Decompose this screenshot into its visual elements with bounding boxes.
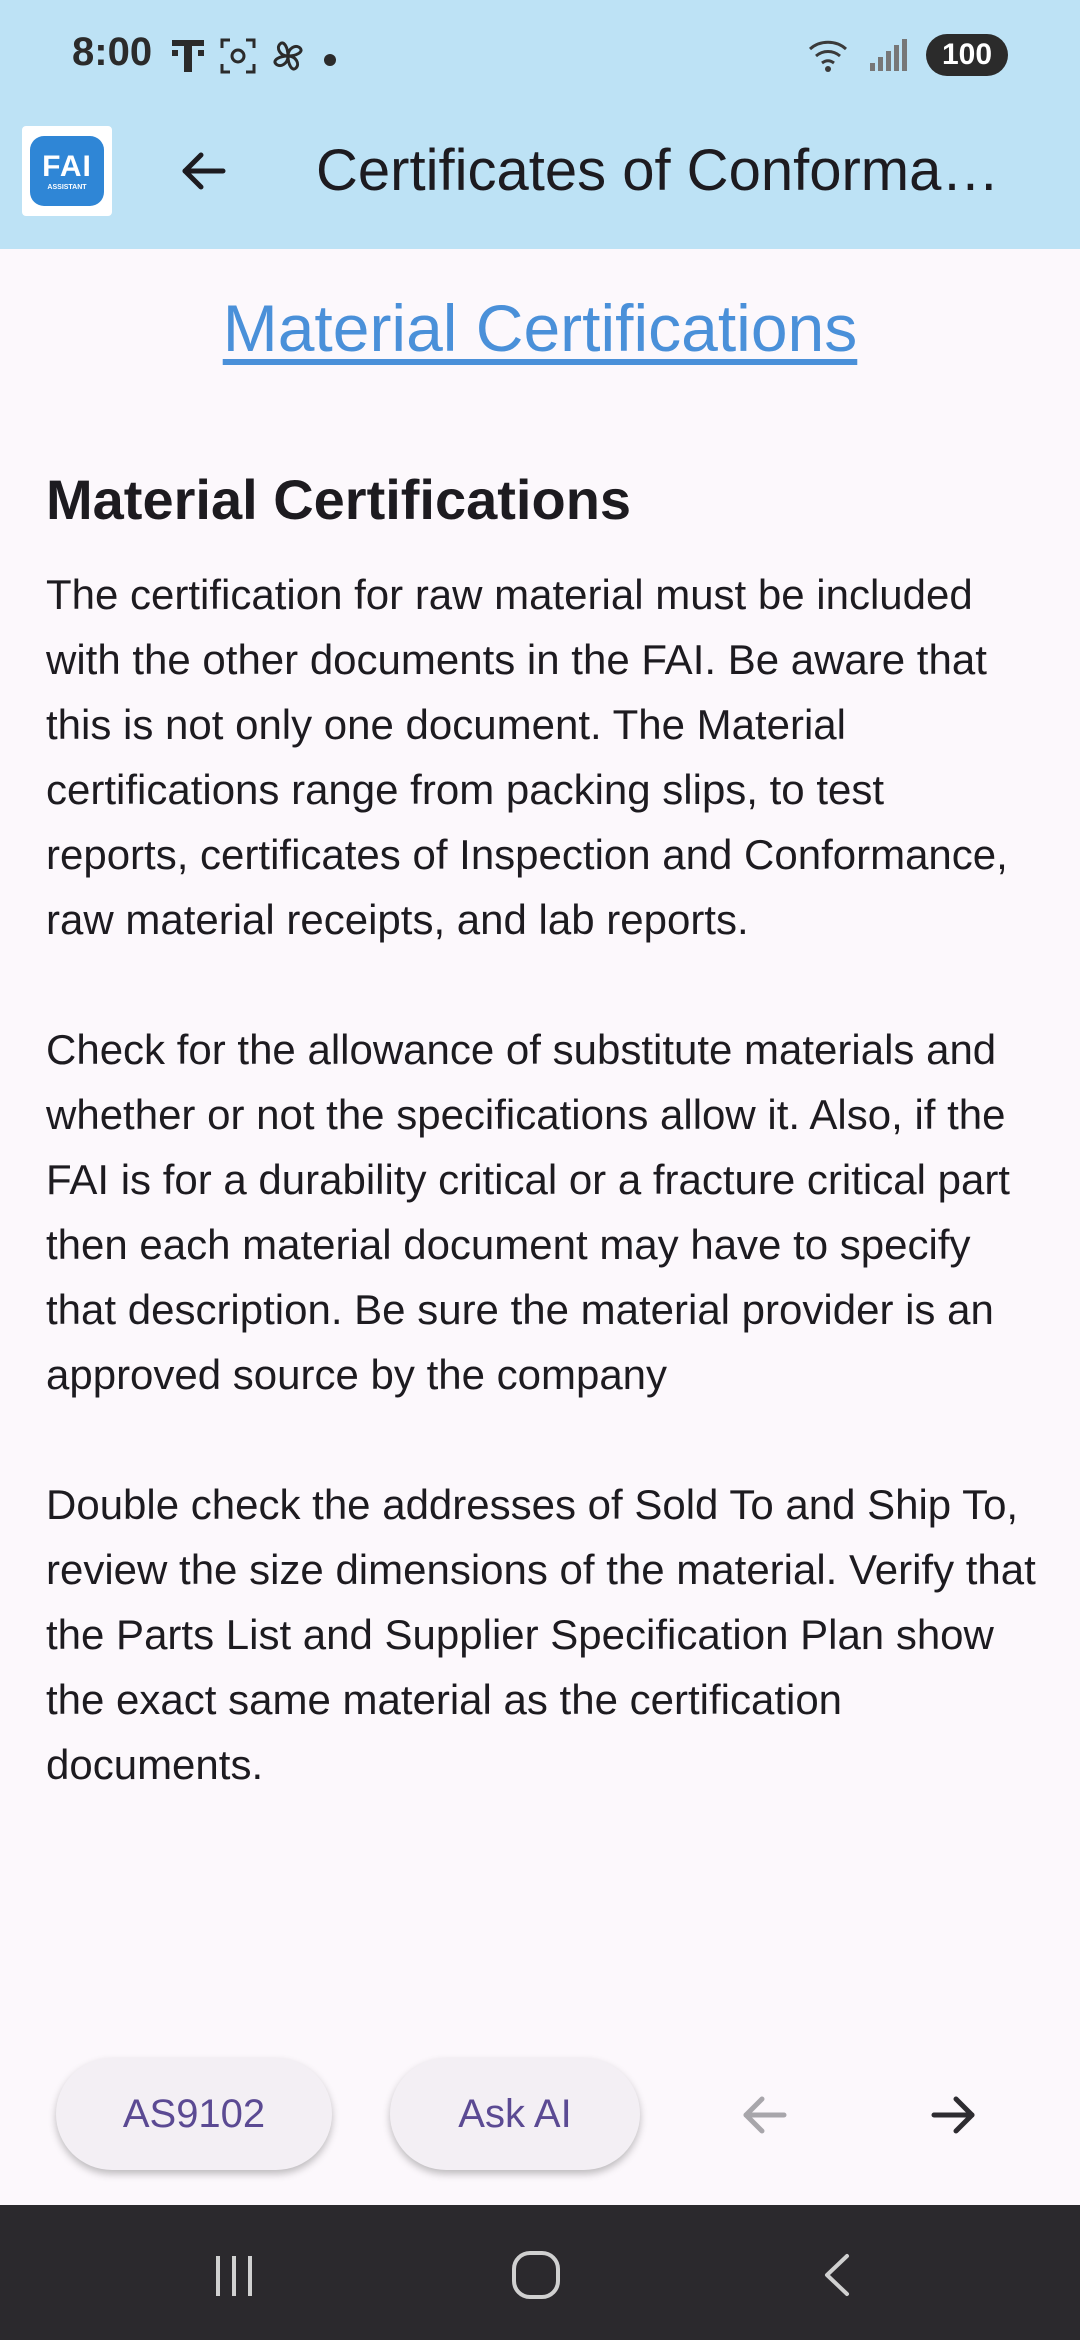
wifi-icon: [808, 40, 848, 72]
material-certifications-link[interactable]: Material Certifications: [0, 290, 1080, 366]
content-body: Material Certifications The certificatio…: [46, 460, 1036, 1862]
system-navigation-bar: [0, 2205, 1080, 2340]
back-icon: [825, 2254, 849, 2296]
top-area: 8:00 100 FAI ASSISTANT Certificates of C…: [0, 0, 1080, 249]
page-title: Certificates of Conformance: [316, 138, 1016, 203]
paragraph: Check for the allowance of substitute ma…: [46, 1026, 1010, 1398]
t-mobile-icon: [168, 36, 208, 84]
home-icon: [512, 2251, 560, 2299]
ask-ai-button[interactable]: Ask AI: [390, 2058, 640, 2170]
paragraph: The certification for raw material must …: [46, 571, 1008, 943]
pinwheel-icon: [268, 36, 308, 84]
app-bar: FAI ASSISTANT Certificates of Conformanc…: [0, 118, 1080, 249]
home-button[interactable]: [506, 2245, 566, 2305]
bottom-action-row: AS9102 Ask AI: [0, 2055, 1080, 2175]
paragraph: Double check the addresses of Sold To an…: [46, 1481, 1036, 1788]
status-left-icons: [168, 36, 336, 84]
status-right-icons: 100: [806, 34, 1008, 76]
fai-logo-icon: FAI ASSISTANT: [30, 136, 104, 206]
system-back-button[interactable]: [808, 2245, 868, 2305]
screenshot-icon: [218, 36, 258, 84]
status-time: 8:00: [72, 30, 153, 74]
logo-subtext: ASSISTANT: [47, 183, 87, 191]
battery-indicator: 100: [926, 34, 1008, 76]
recents-button[interactable]: [205, 2245, 265, 2305]
as9102-button[interactable]: AS9102: [56, 2058, 332, 2170]
recents-icon: [216, 2256, 252, 2296]
logo-text: FAI: [42, 149, 92, 183]
previous-button[interactable]: [724, 2075, 804, 2155]
back-button[interactable]: [168, 136, 238, 206]
next-button[interactable]: [914, 2075, 994, 2155]
content-heading: Material Certifications: [46, 468, 632, 531]
notification-dot: [324, 54, 336, 66]
signal-icon: [870, 39, 907, 71]
status-bar: 8:00 100: [0, 0, 1080, 118]
arrow-left-icon: [182, 152, 226, 190]
arrow-right-icon: [931, 2096, 975, 2134]
app-logo: FAI ASSISTANT: [22, 126, 112, 216]
arrow-left-icon: [743, 2096, 787, 2134]
